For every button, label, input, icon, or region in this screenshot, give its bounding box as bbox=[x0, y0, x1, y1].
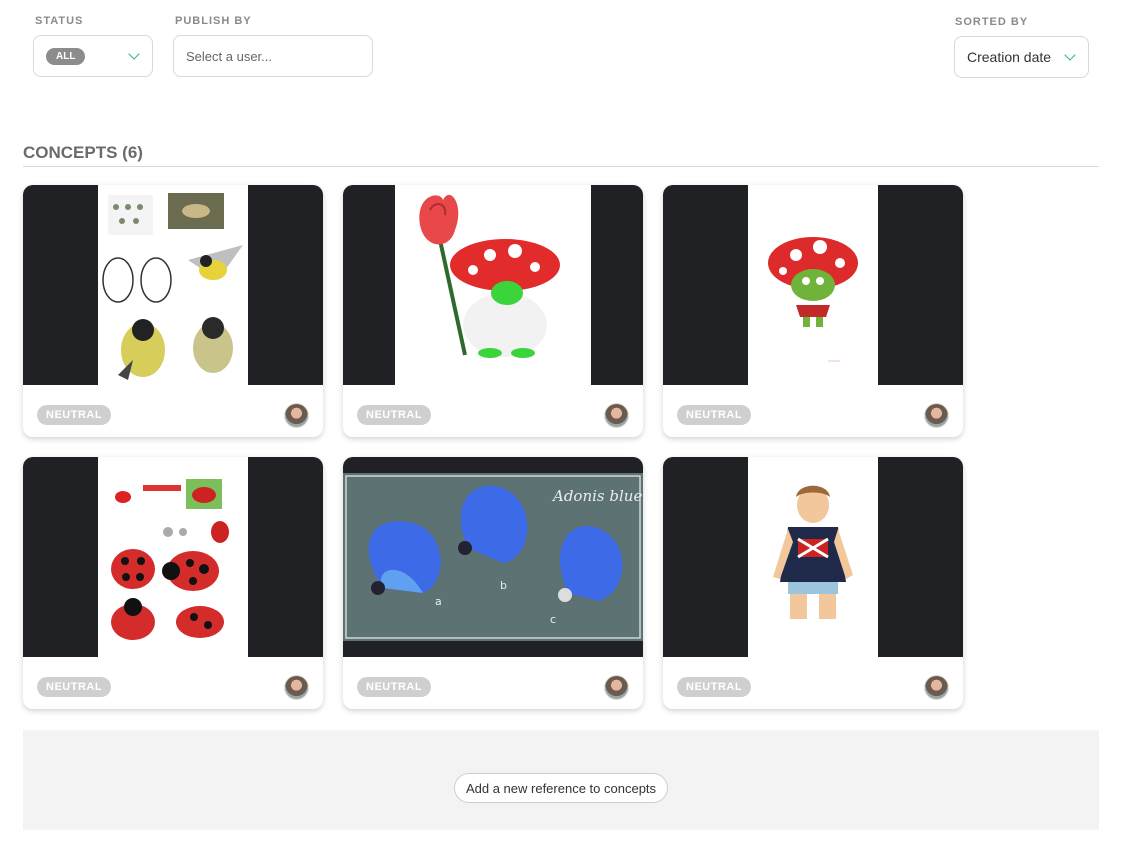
status-badge: NEUTRAL bbox=[37, 405, 112, 425]
card-thumbnail[interactable] bbox=[343, 185, 643, 385]
concept-card[interactable]: NEUTRAL bbox=[23, 185, 323, 437]
card-thumbnail[interactable] bbox=[663, 457, 963, 657]
publish-by-label: PUBLISH BY bbox=[175, 15, 252, 27]
card-footer: NEUTRAL bbox=[663, 385, 963, 437]
svg-text:a: a bbox=[435, 595, 442, 608]
status-badge: NEUTRAL bbox=[677, 677, 752, 697]
add-reference-area: Add a new reference to concepts bbox=[23, 730, 1099, 830]
concept-card[interactable]: Adonis blue a b c NEUTRAL bbox=[343, 457, 643, 709]
concept-card[interactable]: NEUTRAL bbox=[23, 457, 323, 709]
sorted-by-select[interactable]: Creation date bbox=[954, 36, 1089, 78]
status-badge: NEUTRAL bbox=[357, 405, 432, 425]
chevron-down-icon bbox=[1064, 49, 1076, 61]
svg-text:~~~~: ~~~~ bbox=[828, 359, 840, 365]
card-thumbnail[interactable]: ~~~~ bbox=[663, 185, 963, 385]
status-select[interactable]: ALL bbox=[33, 35, 153, 77]
svg-text:c: c bbox=[550, 613, 556, 626]
sorted-by-value: Creation date bbox=[967, 49, 1052, 65]
status-badge: NEUTRAL bbox=[677, 405, 752, 425]
avatar[interactable] bbox=[284, 403, 309, 428]
boy-character-image bbox=[773, 485, 853, 619]
status-label: STATUS bbox=[35, 15, 84, 27]
chevron-down-icon bbox=[128, 48, 140, 60]
svg-text:b: b bbox=[500, 579, 507, 592]
concept-card[interactable]: NEUTRAL bbox=[343, 185, 643, 437]
publish-by-input[interactable]: Select a user... bbox=[173, 35, 373, 77]
card-footer: NEUTRAL bbox=[343, 385, 643, 437]
card-footer: NEUTRAL bbox=[343, 657, 643, 709]
sorted-by-label: SORTED BY bbox=[955, 16, 1029, 28]
card-thumbnail[interactable] bbox=[23, 457, 323, 657]
concept-card[interactable]: NEUTRAL bbox=[663, 457, 963, 709]
avatar[interactable] bbox=[924, 403, 949, 428]
mushroom-goblin-image: ~~~~ bbox=[768, 237, 858, 365]
add-reference-button[interactable]: Add a new reference to concepts bbox=[453, 773, 669, 803]
card-footer: NEUTRAL bbox=[23, 657, 323, 709]
avatar[interactable] bbox=[924, 675, 949, 700]
avatar[interactable] bbox=[284, 675, 309, 700]
ladybug-sketches-image bbox=[111, 479, 229, 640]
section-title: CONCEPTS (6) bbox=[23, 143, 143, 162]
status-badge: NEUTRAL bbox=[37, 677, 112, 697]
card-footer: NEUTRAL bbox=[663, 657, 963, 709]
bird-sketches-image bbox=[102, 193, 243, 380]
avatar[interactable] bbox=[604, 675, 629, 700]
concept-card[interactable]: ~~~~ NEUTRAL bbox=[663, 185, 963, 437]
status-all-pill: ALL bbox=[46, 47, 86, 65]
card-footer: NEUTRAL bbox=[23, 385, 323, 437]
mushroom-rose-image bbox=[419, 194, 560, 358]
avatar[interactable] bbox=[604, 403, 629, 428]
butterfly-caption: Adonis blue bbox=[551, 487, 642, 505]
card-thumbnail[interactable]: Adonis blue a b c bbox=[343, 457, 643, 657]
butterflies-image: Adonis blue a b c bbox=[345, 475, 642, 639]
status-badge: NEUTRAL bbox=[357, 677, 432, 697]
card-thumbnail[interactable] bbox=[23, 185, 323, 385]
publish-by-placeholder: Select a user... bbox=[186, 48, 272, 64]
section-divider bbox=[23, 166, 1099, 167]
